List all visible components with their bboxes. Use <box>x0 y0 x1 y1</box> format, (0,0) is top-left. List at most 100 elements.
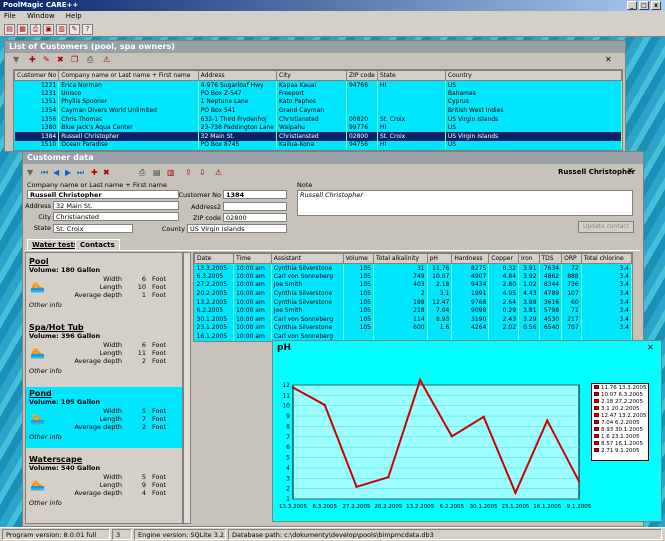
calc-icon[interactable]: ▥ <box>56 24 67 35</box>
pool-other-info[interactable]: Other info <box>29 499 62 507</box>
pool-width-label: Width <box>103 473 122 481</box>
pool-list-scrollbar[interactable] <box>183 252 191 524</box>
nav-next-icon[interactable]: ▶ <box>65 168 71 177</box>
tests-grid[interactable]: Date Time Assistant Volume Total alkalinity p… <box>193 252 633 342</box>
city-field[interactable]: Christiansted <box>53 212 179 221</box>
column-header[interactable]: Iron <box>518 253 540 264</box>
table-cell: 99776 <box>346 123 378 133</box>
table-row[interactable]: 13.3.2005 10:00 am Cynthia Silverstone 105 3… <box>194 263 632 273</box>
column-header[interactable]: Customer No <box>14 70 60 81</box>
table-cell: 1351 <box>14 97 60 107</box>
customer-no-field[interactable]: 1384 <box>223 190 287 199</box>
company-field[interactable]: Russell Christopher <box>27 190 179 199</box>
column-header[interactable]: Copper <box>488 253 520 264</box>
delete-record-icon[interactable]: ✖ <box>103 168 110 177</box>
filter-icon[interactable]: ▼ <box>13 55 19 64</box>
chart-icon[interactable]: ▥ <box>167 168 175 177</box>
table-row[interactable]: 1231 Unisco PO Box Z-547 Freeport Bahamas <box>14 89 622 98</box>
column-header[interactable]: Volume <box>342 253 374 264</box>
zip-field[interactable]: 02800 <box>223 213 287 222</box>
print-icon[interactable]: ⎙ <box>30 24 41 35</box>
table-row[interactable]: 27.2.2005 10:00 am Joe Smith 105 403 2.18 9434… <box>194 280 632 290</box>
import-icon[interactable]: ⇩ <box>199 168 206 177</box>
customers-icon[interactable]: ▤ <box>4 24 15 35</box>
table-row[interactable]: 6.3.2005 10:00 am Carl von Sonneberg 105 749… <box>194 272 632 281</box>
pool-card[interactable]: Waterscape Volume: 540 Gallon 🏊 Width 5 Foot L… <box>26 453 182 514</box>
save-icon[interactable]: ▣ <box>43 24 54 35</box>
chart-close-icon[interactable]: ✕ <box>647 343 654 352</box>
column-header[interactable]: Address <box>197 70 278 81</box>
warning-icon[interactable]: ⚠ <box>215 168 222 177</box>
delete-record-icon[interactable]: ✖ <box>57 55 64 64</box>
help-icon[interactable]: ? <box>82 24 93 35</box>
table-row[interactable]: 1380 Blue Jack's Aqua Center 23-738 Paddin… <box>14 123 622 133</box>
table-row[interactable]: 6.2.2005 10:00 am Joe Smith 105 218 7.04 9098 0… <box>194 306 632 316</box>
note-icon[interactable]: ✎ <box>69 24 80 35</box>
filter-icon[interactable]: ▼ <box>27 168 33 177</box>
edit-record-icon[interactable]: ✎ <box>43 55 50 64</box>
copy-record-icon[interactable]: ❐ <box>71 55 78 64</box>
warning-icon[interactable]: ⚠ <box>103 55 110 64</box>
nav-first-icon[interactable]: ⏮ <box>41 168 48 178</box>
tests-icon[interactable]: ▦ <box>17 24 28 35</box>
print-icon[interactable]: ⎙ <box>139 168 145 178</box>
column-header[interactable]: Date <box>194 253 235 264</box>
report-icon[interactable]: ▤ <box>153 168 161 177</box>
column-header[interactable]: City <box>276 70 347 81</box>
column-header[interactable]: TDS <box>538 253 563 264</box>
add-record-icon[interactable]: ✚ <box>29 55 36 64</box>
nav-last-icon[interactable]: ⏭ <box>77 168 84 178</box>
add-record-icon[interactable]: ✚ <box>91 168 98 177</box>
county-field[interactable]: US Virgin Islands <box>187 224 287 233</box>
customers-close-icon[interactable]: ✕ <box>605 55 612 64</box>
customer-data-close-icon[interactable]: ✕ <box>627 166 634 175</box>
pool-card[interactable]: Spa/Hot Tub Volume: 396 Gallon 🏊 Width 6 Foot… <box>26 321 182 382</box>
column-header[interactable]: Assistant <box>270 253 344 264</box>
column-header[interactable]: ZIP code <box>345 70 378 81</box>
table-row[interactable]: 1384 Russell Christopher 32 Main St. Christ… <box>14 132 622 141</box>
table-row[interactable]: 1356 Chris Thomas 632-1 Third Frydenhoj Chr… <box>14 114 622 124</box>
pool-unit: Foot <box>152 423 167 431</box>
table-row[interactable]: 23.1.2005 10:00 am Cynthia Silverstone 105 6… <box>194 323 632 333</box>
column-header[interactable]: Hardness <box>451 253 490 264</box>
pool-other-info[interactable]: Other info <box>29 301 62 309</box>
customers-grid[interactable]: Customer No Company name or Last name + F… <box>13 69 623 151</box>
column-header[interactable]: Time <box>233 253 272 264</box>
pool-list[interactable]: Pool Volume: 180 Gallon 🏊 Width 6 Foot Length 1… <box>25 252 183 524</box>
state-field[interactable]: St. Croix <box>53 224 133 233</box>
minimize-button[interactable]: _ <box>627 1 637 10</box>
column-header[interactable]: State <box>376 70 446 81</box>
table-row[interactable]: 30.1.2005 10:00 am Carl von Sonneberg 105 11… <box>194 315 632 324</box>
table-row[interactable]: 1221 Erica Norman 4-976 Sugarloaf Hwy Kapaa… <box>14 80 622 90</box>
pool-card[interactable]: Pond Volume: 105 Gallon 🏊 Width 5 Foot Length 7… <box>26 387 182 448</box>
column-header[interactable]: pH <box>426 253 453 264</box>
update-contact-button[interactable]: Update contact <box>578 221 634 233</box>
maximize-button[interactable]: □ <box>639 1 649 10</box>
pool-other-info[interactable]: Other info <box>29 433 62 441</box>
column-header[interactable]: ORP <box>561 253 582 264</box>
table-row[interactable]: 1510 Ocean Paradise PO Box 8745 Kailua-Kona… <box>14 140 622 150</box>
note-field[interactable]: Russell Christopher <box>297 190 633 216</box>
column-header[interactable]: Total alkalinity <box>373 253 428 264</box>
table-row[interactable]: 13.2.2005 10:00 am Cynthia Silverstone 105 1… <box>194 297 632 307</box>
pool-card[interactable]: Pool Volume: 180 Gallon 🏊 Width 6 Foot Length 1… <box>26 255 182 316</box>
menu-file[interactable]: File <box>4 12 16 20</box>
pool-other-info[interactable]: Other info <box>29 367 62 375</box>
table-cell: 7.04 <box>427 306 453 316</box>
column-header[interactable]: Country <box>444 70 622 81</box>
print-list-icon[interactable]: ⎙ <box>87 55 93 65</box>
nav-prev-icon[interactable]: ◀ <box>53 168 59 177</box>
tab-contacts[interactable]: Contacts <box>75 239 120 250</box>
column-header[interactable]: Total chlorine <box>580 253 632 264</box>
address-field[interactable]: 32 Main St. <box>53 201 179 210</box>
table-row[interactable]: 1354 Cayman Divers World Unlimited PO Box … <box>14 106 622 115</box>
close-button[interactable]: x <box>651 1 661 10</box>
table-row[interactable]: 1351 Phyllis Spooner 1 Neptune Lane Kato Pa… <box>14 97 622 107</box>
column-header[interactable]: Company name or Last name + First name <box>58 70 199 81</box>
address2-field[interactable] <box>223 202 287 211</box>
export-icon[interactable]: ⇪ <box>185 168 192 177</box>
table-row[interactable]: 20.2.2005 10:00 am Cynthia Silverstone 105 2… <box>194 289 632 298</box>
menu-window[interactable]: Window <box>27 12 55 20</box>
menu-help[interactable]: Help <box>66 12 82 20</box>
y-tick-label: 10 <box>282 403 290 410</box>
